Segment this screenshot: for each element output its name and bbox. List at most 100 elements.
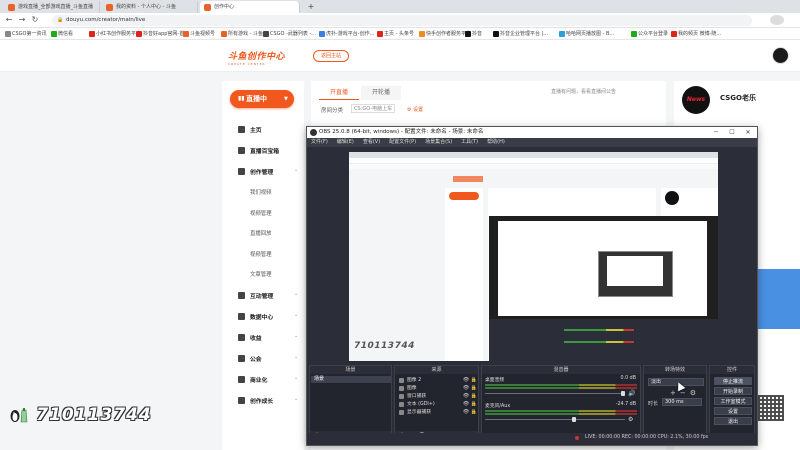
bookmark-item[interactable]: 哈哈网页播放图 - B... [558, 28, 614, 40]
chevron-down-icon[interactable]: ⌄ [294, 354, 298, 360]
lock-icon: 🔒 [57, 17, 64, 23]
visibility-lock-icon[interactable]: 👁 🔒 [463, 409, 477, 416]
chevron-down-icon[interactable]: ⌄ [294, 291, 298, 297]
volume-slider-knob[interactable] [572, 417, 576, 422]
sidebar-item[interactable]: 文章管理 [250, 270, 272, 278]
visibility-lock-icon[interactable]: 👁 🔒 [463, 385, 477, 392]
sidebar-item[interactable]: 直播百宝箱 [238, 146, 279, 155]
source-item[interactable]: 文本 (GDI+) 👁 🔒 [397, 401, 479, 408]
source-item[interactable]: 图像 👁 🔒 [397, 385, 479, 392]
chevron-down-icon[interactable]: ⌄ [294, 312, 298, 318]
preview-anchor-avatar [665, 191, 679, 205]
chevron-down-icon[interactable]: ⌄ [294, 333, 298, 339]
bookmark-item[interactable]: 所有游戏 - 斗鱼 [220, 28, 263, 40]
browser-tab[interactable]: 我的资料 - 个人中心 - 斗鱼 [102, 1, 198, 13]
obs-control-button[interactable]: 停止推流 [714, 377, 752, 385]
obs-control-button[interactable]: 工作室模式 [714, 397, 752, 405]
visibility-lock-icon[interactable]: 👁 🔒 [463, 377, 477, 384]
obs-control-button[interactable]: 退出 [714, 417, 752, 425]
obs-menu-item[interactable]: 工具(T) [461, 139, 478, 145]
obs-menu-item[interactable]: 查看(V) [363, 139, 380, 145]
sidebar-item[interactable]: 我们视频 [250, 188, 272, 196]
profile-icon[interactable] [770, 15, 784, 25]
tab-start-live[interactable]: 开直播 [319, 86, 359, 100]
obs-control-button[interactable]: 设置 [714, 407, 752, 415]
live-notice[interactable]: 直播有问题，看看直播间公告 [551, 88, 616, 95]
sidebar-item[interactable]: 创作成长 [238, 396, 273, 405]
preview-logo [453, 176, 483, 182]
sidebar-item[interactable]: 互动管理 [238, 291, 273, 300]
obs-menu-item[interactable]: 场景集合(S) [425, 139, 452, 145]
minimize-icon[interactable]: ─ [709, 127, 723, 138]
bookmark-item[interactable]: 小红书创作服务平台 [88, 28, 141, 40]
scenes-dock: 场景 场景 +−∧∨ [309, 365, 392, 441]
volume-slider-knob[interactable] [621, 391, 625, 396]
browser-tab[interactable]: 游戏直播_全部游戏直播_斗鱼直播 [4, 1, 100, 13]
gear-icon[interactable]: ⚙ [628, 416, 633, 423]
duration-field[interactable]: 300 ms [662, 398, 702, 406]
douyu-creator-logo[interactable]: 斗鱼创作中心 CREATE CENTER [228, 49, 300, 66]
visibility-lock-icon[interactable]: 👁 🔒 [463, 393, 477, 400]
obs-preview[interactable]: 710113744 [349, 152, 718, 361]
bookmark-item[interactable]: 斗鱼视频号 [182, 28, 215, 40]
new-tab-button[interactable]: + [304, 1, 318, 13]
menu-icon [238, 354, 245, 362]
chevron-down-icon[interactable]: ⌄ [294, 396, 298, 402]
obs-control-button[interactable]: 开始录制 [714, 387, 752, 395]
obs-menu-item[interactable]: 编辑(E) [337, 139, 354, 145]
reload-icon[interactable]: ↻ [30, 15, 40, 25]
sidebar-item[interactable]: 视频管理 [250, 209, 272, 217]
bookmark-item[interactable]: CSGO -武器列表 -... [262, 28, 316, 40]
sidebar-item[interactable]: 直播回放 [250, 229, 272, 237]
sidebar-item[interactable]: 商业化 [238, 375, 267, 384]
remove-icon[interactable]: − [680, 389, 690, 397]
promo-banner[interactable] [758, 269, 800, 329]
address-bar[interactable]: 🔒 douyu.com/creator/main/live [52, 15, 752, 26]
sidebar-item-label: 商业化 [250, 377, 268, 384]
bookmark-item[interactable]: 抖音好app官网-首... [135, 28, 189, 40]
maximize-icon[interactable]: ☐ [725, 127, 739, 138]
visibility-lock-icon[interactable]: 👁 🔒 [463, 401, 477, 408]
sidebar-item[interactable]: 主页 [238, 125, 262, 134]
back-arrow-icon[interactable]: ← [4, 15, 14, 25]
browser-tab-active[interactable]: 创作中心 [200, 1, 300, 13]
close-icon[interactable]: ✕ [741, 127, 755, 138]
obs-menu-item[interactable]: 配置文件(P) [389, 139, 416, 145]
obs-menu-item[interactable]: 帮助(H) [487, 139, 505, 145]
room-category-field[interactable]: CS:GO-电脑上车 [351, 104, 395, 113]
user-avatar[interactable] [772, 47, 789, 64]
bookmark-item[interactable]: 虎扑-游戏平台-创作... [318, 28, 374, 40]
volume-slider[interactable] [485, 393, 625, 394]
source-item[interactable]: 窗口捕获 👁 🔒 [397, 393, 479, 400]
gear-icon[interactable]: ⚙ [690, 389, 700, 397]
volume-slider[interactable] [485, 419, 625, 420]
bookmark-item[interactable]: 主页 - 头条号 [376, 28, 414, 40]
forward-arrow-icon[interactable]: → [17, 15, 27, 25]
scene-item[interactable]: 场景 [311, 376, 391, 383]
bookmark-item[interactable]: 我的频页 微博-随... [670, 28, 721, 40]
sidebar-item[interactable]: 公会 [238, 354, 262, 363]
back-to-main-site-button[interactable]: 返回主站 [313, 50, 349, 62]
volume-meter [485, 413, 637, 415]
room-settings-link[interactable]: ⚙ 设置 [407, 106, 423, 113]
chevron-down-icon[interactable]: ⌄ [294, 167, 298, 173]
obs-menu-item[interactable]: 文件(F) [311, 139, 328, 145]
menu-icon [238, 312, 245, 320]
tab-rotation[interactable]: 开轮播 [361, 86, 401, 100]
sidebar-item[interactable]: 收益 [238, 333, 262, 342]
douyu-favicon-icon [106, 4, 113, 11]
bookmark-item[interactable]: CSGO第一资讯 [4, 28, 46, 40]
bookmark-item[interactable]: 抖音企业管理平台 |... [492, 28, 548, 40]
bookmark-item[interactable]: 微信看 [50, 28, 73, 40]
sidebar-item[interactable]: 视频管理 [250, 250, 272, 258]
chevron-down-icon[interactable]: ⌄ [294, 375, 298, 381]
sidebar-item[interactable]: 数据中心 [238, 312, 273, 321]
source-item[interactable]: 图像 2 👁 🔒 [397, 377, 479, 384]
source-item[interactable]: 显示器捕获 👁 🔒 [397, 409, 479, 416]
speaker-icon[interactable]: 🔊 [628, 390, 635, 397]
live-status-button[interactable]: ▮▮ 直播中 ▼ [230, 90, 294, 108]
anchor-avatar[interactable]: News [682, 86, 710, 114]
bookmark-item[interactable]: 抖音 [464, 28, 482, 40]
sidebar-item[interactable]: 创作管理 [238, 167, 273, 176]
bookmark-item[interactable]: 公众平台登录 [630, 28, 668, 40]
